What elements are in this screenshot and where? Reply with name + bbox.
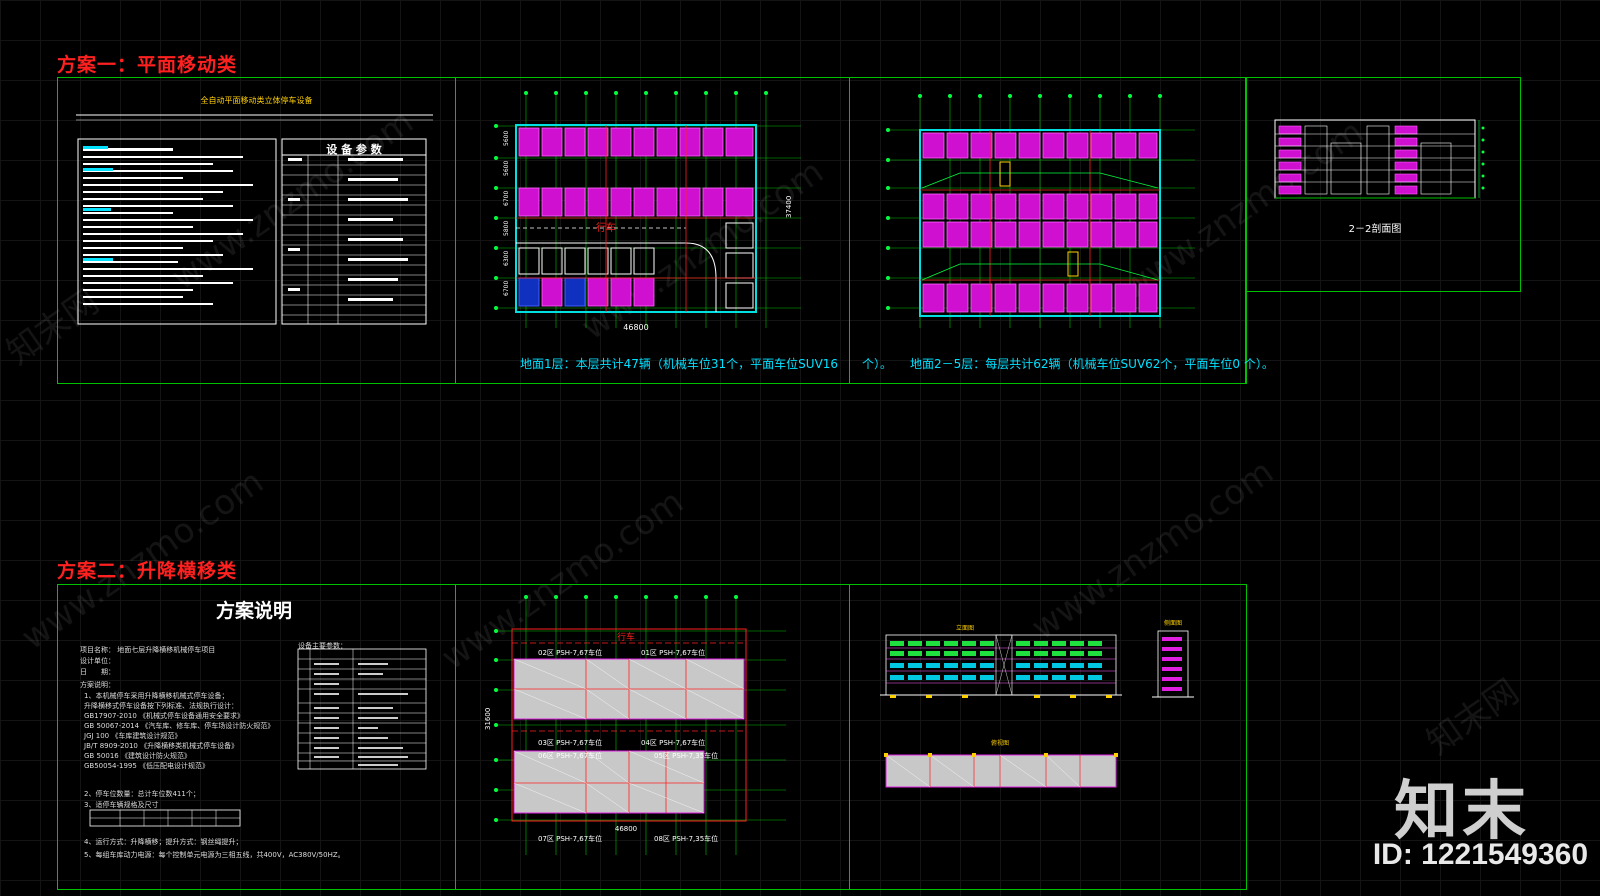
scheme2-zone-label: 07区 PSH-7,67车位: [538, 834, 602, 843]
scheme2-title: 方案二：升降横移类: [57, 560, 238, 582]
scheme1-plan1-row-dim: 5800: [503, 221, 510, 236]
scheme2-frame: 方案说明 项目名称： 地面七层升降横移机械停车项目 设计单位： 日 期： 方案说…: [57, 584, 1247, 890]
scheme1-section-caption: 2－2剖面图: [1349, 222, 1402, 235]
scheme1-plan1-road-label: 行车: [596, 221, 616, 234]
scheme1-section-drawing: 2－2剖面图: [1274, 119, 1485, 235]
scheme2-zone-label: 02区 PSH-7,67车位: [538, 648, 602, 657]
scheme2-top-label: 俯视图: [991, 739, 1009, 747]
scheme1-doc-panel: 全自动平面移动类立体停车设备 设 备 参 数: [58, 78, 456, 383]
scheme1-plan1-drawing: 行车 46800 37400 5600 5600 6700 5800 6300 …: [494, 91, 801, 332]
scheme2-plan-road-label: 行车: [617, 631, 635, 643]
scheme2-zone-label: 06区 PSH-7,67车位: [538, 751, 602, 760]
scheme2-doc-tables: [89, 648, 427, 827]
scheme1-plan2-drawing: [886, 94, 1195, 328]
scheme2-zone-label: 04区 PSH-7,67车位: [641, 738, 705, 747]
scheme2-zone-label: 08区 PSH-7,35车位: [654, 834, 718, 843]
scheme2-plan-drawing: 行车 02区 PSH-7,67车位 01区 PSH-7,67车位 03区 PSH…: [484, 595, 786, 855]
scheme1-doc-drawing: [76, 114, 433, 325]
scheme1-plan1-panel: 行车 46800 37400 5600 5600 6700 5800 6300 …: [456, 78, 892, 383]
scheme1-plan1-row-dim: 5600: [503, 131, 510, 146]
scheme2-elevation-panel: 立面图 侧面图 俯视图: [850, 585, 1246, 889]
scheme1-plan2-panel: 地面2－5层：每层共计62辆（机械车位SUV62个，平面车位0 个）。: [850, 78, 1274, 383]
scheme1-plan2-caption: 地面2－5层：每层共计62辆（机械车位SUV62个，平面车位0 个）。: [910, 357, 1274, 371]
scheme1-param-table-heading: 设 备 参 数: [326, 143, 382, 156]
scheme1-title: 方案一：平面移动类: [57, 54, 238, 76]
scheme1-plan1-row-dim: 6700: [503, 191, 510, 206]
scheme1-section-frame: 2－2剖面图: [1246, 77, 1521, 292]
scheme2-zone-label: 01区 PSH-7,67车位: [641, 648, 705, 657]
scheme1-plan1-caption: 地面1层：本层共计47辆（机械车位31个，平面车位SUV16 个）。: [520, 357, 893, 371]
scheme1-plan1-dim-height: 37400: [785, 196, 793, 218]
scheme1-plan1-row-dim: 6700: [503, 281, 510, 296]
scheme2-zone-label: 03区 PSH-7,67车位: [538, 738, 602, 747]
scheme2-elevation-label: 立面图: [956, 624, 974, 632]
scheme2-side-label: 侧面图: [1164, 619, 1182, 627]
scheme1-frame: 全自动平面移动类立体停车设备 设 备 参 数 行车 46800 37400 56…: [57, 77, 1274, 384]
asset-id: ID: 1221549360: [1372, 838, 1588, 871]
scheme1-plan1-row-dim: 5600: [503, 161, 510, 176]
scheme2-plan-dim-width: 46800: [615, 825, 637, 833]
scheme1-plan1-dim-width: 46800: [623, 323, 648, 332]
scheme2-plan-dim-height: 31600: [484, 708, 492, 730]
scheme1-plan1-row-dim: 6300: [503, 251, 510, 266]
scheme2-plan-panel: 行车 02区 PSH-7,67车位 01区 PSH-7,67车位 03区 PSH…: [456, 585, 850, 889]
scheme2-zone-label: 05区 PSH-7,35车位: [654, 751, 718, 760]
scheme2-elevation-drawing: 立面图 侧面图 俯视图: [880, 619, 1194, 788]
scheme2-doc-panel: 方案说明 项目名称： 地面七层升降横移机械停车项目 设计单位： 日 期： 方案说…: [58, 585, 456, 889]
